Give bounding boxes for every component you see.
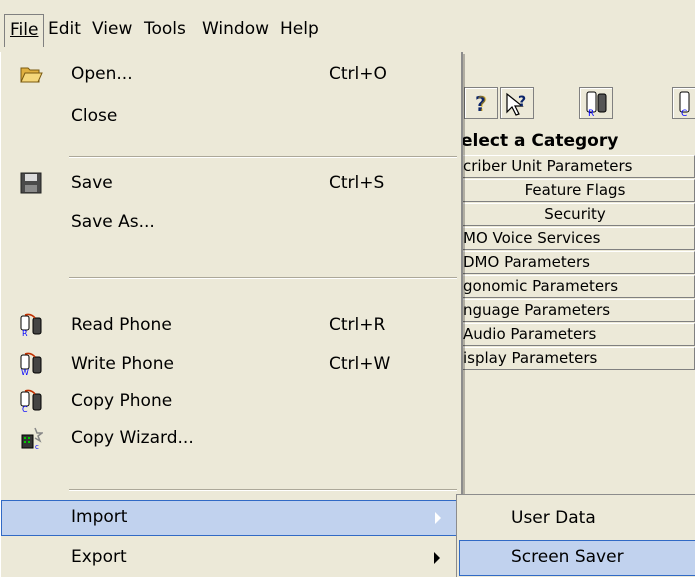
svg-text:?: ? [477,92,488,116]
help-button[interactable]: ?? [464,87,498,119]
wizard-icon: c [21,427,43,450]
floppy-disk-icon [20,172,42,194]
category-item-language[interactable]: nguage Parameters [455,299,695,322]
category-item-display[interactable]: isplay Parameters [455,347,695,370]
menu-window[interactable]: Window [197,14,274,44]
menu-tools[interactable]: Tools [139,14,191,44]
import-submenu: User Data Screen Saver [456,494,695,577]
menu-item-save[interactable]: Save Ctrl+S [1,166,462,202]
menu-item-export[interactable]: Export [1,540,462,576]
category-item-subscriber-unit[interactable]: criber Unit Parameters [455,155,695,178]
menu-item-open[interactable]: Open... Ctrl+O [1,57,462,93]
context-help-button[interactable]: ? [500,87,534,119]
svg-text:c: c [35,443,39,450]
submenu-arrow-icon [435,512,441,524]
read-phone-icon: R [586,91,607,119]
menu-item-close[interactable]: Close [1,99,462,135]
menu-item-read-phone[interactable]: R Read Phone Ctrl+R [1,308,462,344]
svg-text:C: C [22,405,28,413]
menu-separator [69,277,457,279]
category-item-dmo[interactable]: DMO Parameters [455,251,695,274]
menu-edit[interactable]: Edit [43,14,86,44]
category-item-ergonomic[interactable]: gonomic Parameters [455,275,695,298]
copy-phone-icon: C [679,91,690,119]
menu-view[interactable]: View [87,14,137,44]
read-phone-toolbar-button[interactable]: R [579,87,613,119]
category-panel: elect a Category criber Unit Parameters … [455,128,695,370]
pointer-question-icon: ? [506,92,526,116]
category-item-audio[interactable]: Audio Parameters [455,323,695,346]
menu-item-write-phone[interactable]: W Write Phone Ctrl+W [1,347,462,383]
menu-item-copy-wizard[interactable]: c Copy Wizard... [1,421,462,457]
svg-text:R: R [22,329,28,337]
read-phone-icon: R [20,313,42,337]
menu-item-import[interactable]: Import [1,500,462,536]
category-item-feature-flags[interactable]: Feature Flags [455,179,695,202]
submenu-item-user-data[interactable]: User Data [459,501,695,537]
toolbar: ?? ? R C [460,60,695,120]
write-phone-icon: W [20,352,42,376]
copy-phone-icon: C [20,389,42,413]
menu-separator [69,489,457,491]
menu-separator [69,156,457,158]
question-icon: ?? [475,92,488,116]
category-item-security[interactable]: Security [455,203,695,226]
menu-help[interactable]: Help [275,14,324,44]
menu-bar: File Edit View Tools Window Help [0,0,695,56]
submenu-item-screen-saver[interactable]: Screen Saver [459,540,695,576]
menu-item-save-as[interactable]: Save As... [1,205,462,241]
svg-text:?: ? [518,94,526,110]
open-folder-icon [20,67,43,83]
category-item-voice-services[interactable]: MO Voice Services [455,227,695,250]
menu-item-copy-phone[interactable]: C Copy Phone [1,384,462,420]
submenu-arrow-icon [434,552,440,564]
svg-text:W: W [21,368,29,376]
copy-phone-toolbar-button[interactable]: C [672,87,695,119]
svg-text:R: R [588,109,594,118]
file-dropdown-menu: Open... Ctrl+O Close Save Ctrl+S Save As… [0,52,463,577]
menu-file[interactable]: File [4,14,45,47]
category-header: elect a Category [455,128,695,154]
svg-text:C: C [681,109,687,118]
